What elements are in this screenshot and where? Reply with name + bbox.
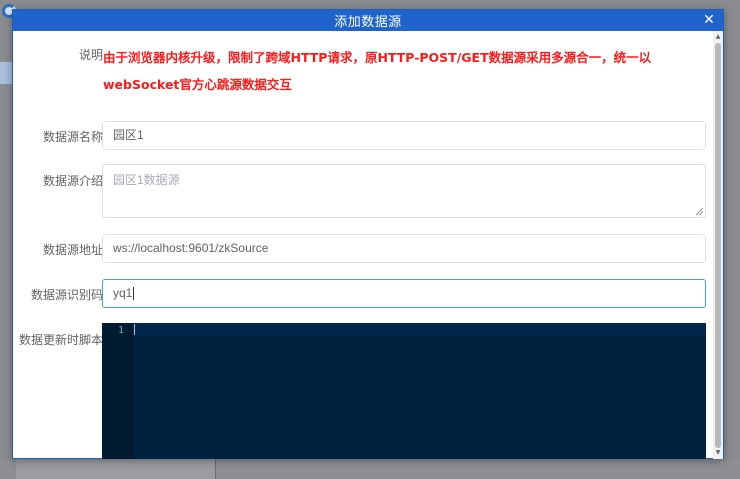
- datasource-address-value: ws://localhost:9601/zkSource: [113, 241, 269, 255]
- script-code-editor[interactable]: 1: [102, 323, 706, 459]
- resize-handle-icon[interactable]: [696, 208, 703, 215]
- dialog-scrollbar[interactable]: ▲ ▼: [713, 31, 723, 459]
- editor-gutter: 1: [102, 323, 133, 459]
- add-datasource-dialog: 添加数据源 ✕ 说明 由于浏览器内核升级，限制了跨域HTTP请求，原HTTP-P…: [12, 9, 724, 459]
- scroll-down-icon[interactable]: ▼: [713, 448, 723, 458]
- datasource-code-label: 数据源识别码: [30, 288, 103, 302]
- notice-text: 由于浏览器内核升级，限制了跨域HTTP请求，原HTTP-POST/GET数据源采…: [103, 50, 652, 92]
- background-nav-item: [0, 62, 12, 84]
- editor-active-line: [133, 323, 706, 335]
- datasource-intro-placeholder: 园区1数据源: [113, 173, 180, 187]
- datasource-name-label: 数据源名称: [42, 130, 103, 144]
- editor-caret: [134, 324, 135, 335]
- scroll-up-icon[interactable]: ▲: [713, 32, 723, 42]
- datasource-intro-label: 数据源介绍: [42, 174, 103, 188]
- datasource-name-value: 园区1: [113, 128, 144, 142]
- datasource-code-input[interactable]: yq1: [102, 279, 706, 308]
- scrollbar-thumb[interactable]: [715, 43, 721, 448]
- datasource-intro-textarea[interactable]: 园区1数据源: [102, 164, 706, 218]
- update-script-label: 数据更新时脚本: [18, 333, 103, 347]
- datasource-name-input[interactable]: 园区1: [102, 121, 706, 150]
- background-footer-panel: [16, 458, 216, 479]
- line-number: 1: [117, 325, 124, 336]
- dialog-body: 说明 由于浏览器内核升级，限制了跨域HTTP请求，原HTTP-POST/GET数…: [13, 31, 713, 459]
- text-caret: [133, 287, 135, 301]
- datasource-address-label: 数据源地址: [42, 243, 103, 257]
- notice-label: 说明: [78, 48, 103, 62]
- dialog-title: 添加数据源: [334, 15, 402, 30]
- datasource-address-input[interactable]: ws://localhost:9601/zkSource: [102, 234, 706, 263]
- datasource-code-value: yq1: [113, 286, 133, 300]
- close-icon[interactable]: ✕: [701, 12, 717, 28]
- dialog-header: 添加数据源 ✕: [13, 10, 723, 31]
